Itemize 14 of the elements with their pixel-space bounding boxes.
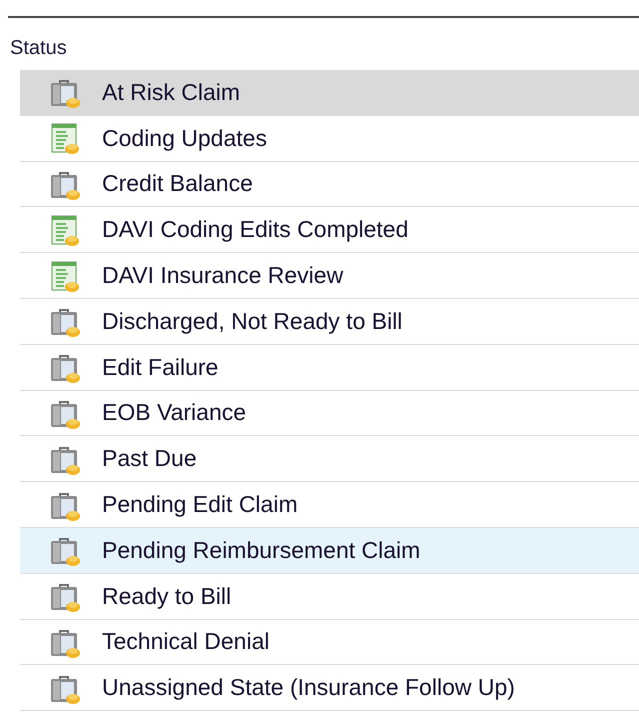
status-row[interactable]: Edit Failure	[20, 344, 639, 391]
status-row[interactable]: EOB Variance	[20, 390, 639, 436]
status-row[interactable]: Credit Balance	[20, 162, 639, 208]
status-row[interactable]: Technical Denial	[20, 620, 639, 666]
status-row[interactable]: Unassigned State (Insurance Follow Up)	[20, 665, 639, 712]
status-row[interactable]: Coding Updates	[20, 116, 639, 162]
status-row[interactable]: DAVI Coding Edits Completed	[20, 207, 639, 254]
column-header[interactable]: Status	[0, 18, 639, 70]
status-row[interactable]: At Risk Claim	[20, 70, 639, 116]
status-row[interactable]: Pending Reimbursement Claim	[20, 528, 639, 574]
status-row[interactable]: DAVI Insurance Review	[20, 253, 639, 299]
status-row[interactable]: Past Due	[20, 436, 639, 482]
status-row[interactable]: Ready to Bill	[20, 574, 639, 620]
status-row[interactable]: Discharged, Not Ready to Bill	[20, 298, 639, 345]
